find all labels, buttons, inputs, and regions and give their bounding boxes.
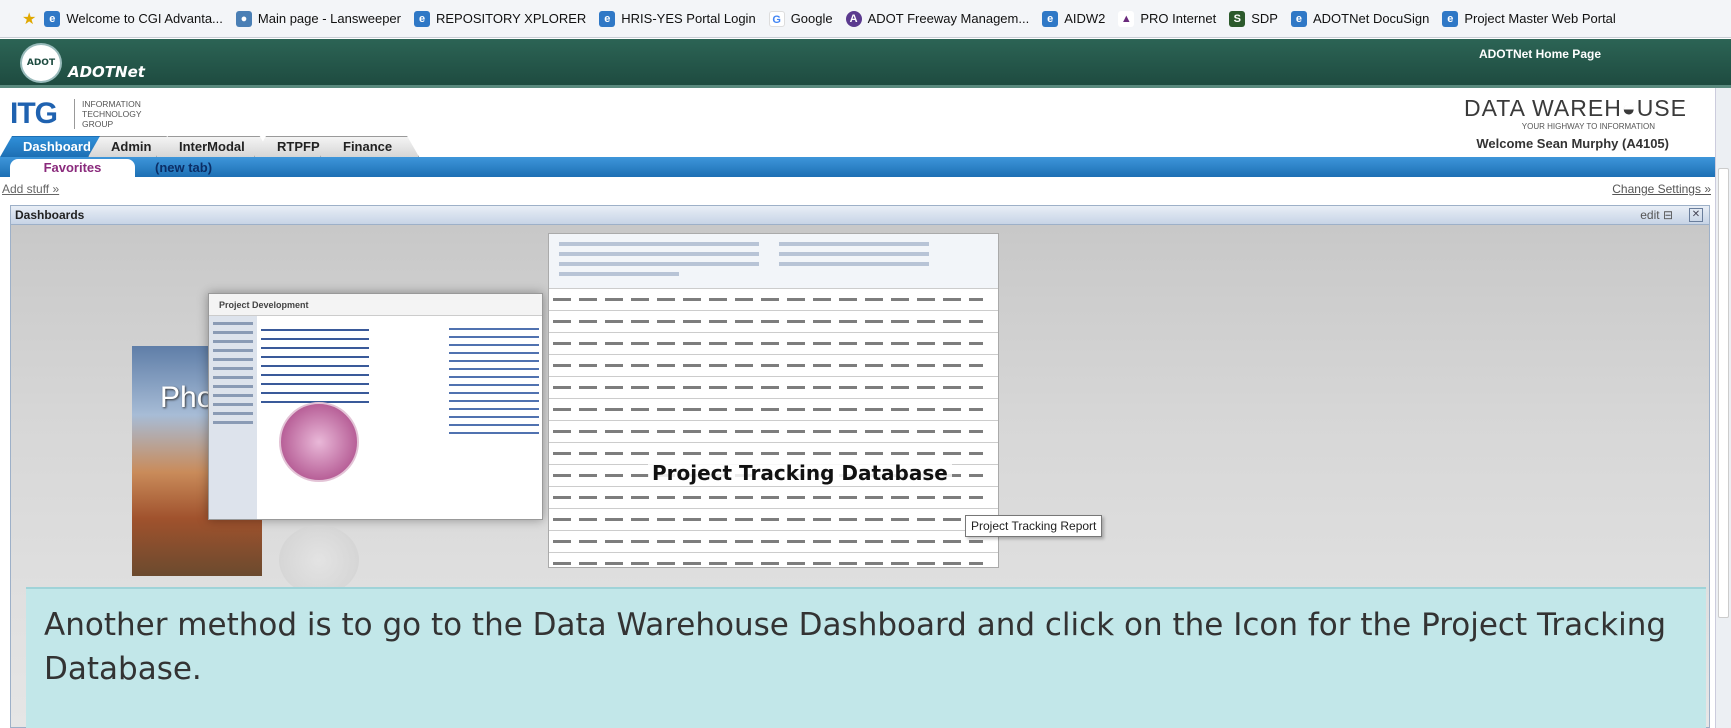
welcome-text: Welcome Sean Murphy (A4105) (1476, 136, 1669, 151)
adotnet-brand: ADOTNet (68, 63, 145, 81)
google-icon: G (768, 10, 785, 27)
data-warehouse-logo: DATA WAREH◒USE (1464, 95, 1687, 121)
adot-icon: A (845, 10, 862, 27)
project-development-thumbnail[interactable]: Project Development (208, 293, 543, 520)
favorite-link[interactable]: e Project Master Web Portal (1442, 10, 1616, 27)
scrollbar-thumb[interactable] (1718, 168, 1729, 618)
project-development-contents (261, 322, 441, 410)
collapse-icon[interactable]: ⊟ (1663, 208, 1673, 222)
project-development-key-changes (449, 322, 539, 440)
dashboards-title: Dashboards (15, 208, 85, 222)
add-stuff-link[interactable]: Add stuff » (2, 182, 59, 196)
favorite-link[interactable]: ● Main page - Lansweeper (235, 10, 401, 27)
adotnet-home-link[interactable]: ADOTNet Home Page (1479, 47, 1601, 61)
favorites-star-icon[interactable]: ★ (22, 9, 36, 28)
dashboards-panel-header: Dashboards edit ⊟ ✕ (10, 205, 1710, 225)
favorite-link[interactable]: e REPOSITORY XPLORER (414, 10, 586, 27)
project-development-header: Project Development (209, 294, 542, 316)
adot-logo[interactable]: ADOT (20, 43, 62, 83)
lansweeper-icon: ● (235, 10, 252, 27)
itg-subtitle: INFORMATION TECHNOLOGY GROUP (82, 99, 142, 129)
instruction-caption: Another method is to go to the Data Ware… (26, 587, 1706, 728)
favorite-link[interactable]: S SDP (1229, 10, 1278, 27)
ie-icon: e (44, 10, 61, 27)
change-settings-link[interactable]: Change Settings » (1612, 182, 1711, 196)
favorite-link[interactable]: e HRIS-YES Portal Login (599, 10, 756, 27)
main-tabs: Dashboard Admin InterModal RTPFP Finance (0, 132, 1715, 157)
favorite-link[interactable]: e AIDW2 (1042, 10, 1105, 27)
subtab-favorites[interactable]: Favorites (10, 159, 135, 177)
ie-icon: e (599, 10, 616, 27)
caption-text: Another method is to go to the Data Ware… (44, 607, 1667, 687)
favorites-bar: ★ e Welcome to CGI Advanta... ● Main page … (0, 0, 1731, 38)
ie-icon: e (414, 10, 430, 27)
adotnet-banner: ADOT ADOTNet ADOTNet Home Page (0, 39, 1731, 88)
data-warehouse-tagline: YOUR HIGHWAY TO INFORMATION (1521, 122, 1655, 131)
favorite-link[interactable]: ▲ PRO Internet (1118, 10, 1216, 27)
ie-icon: e (1442, 10, 1459, 27)
favorite-link[interactable]: e ADOTNet DocuSign (1290, 10, 1429, 27)
dashboard-toolbar: Add stuff » Change Settings » (0, 178, 1715, 200)
photo-label: Pho (160, 381, 214, 414)
itg-header: ITG INFORMATION TECHNOLOGY GROUP DATA WA… (0, 91, 1715, 137)
ie-icon: e (1290, 10, 1307, 27)
project-tracking-database-label: Project Tracking Database (648, 461, 952, 485)
itg-logo: ITG (10, 97, 58, 130)
tab-finance[interactable]: Finance (320, 136, 419, 157)
project-tracking-rows (549, 289, 998, 567)
favorite-link[interactable]: G Google (768, 10, 833, 27)
pro-icon: ▲ (1118, 10, 1135, 27)
favorite-link[interactable]: A ADOT Freeway Managem... (845, 10, 1029, 27)
itg-divider (74, 99, 75, 129)
sdp-icon: S (1229, 10, 1246, 27)
vertical-scrollbar[interactable] (1715, 88, 1731, 728)
favorite-link[interactable]: e Welcome to CGI Advanta... (44, 10, 223, 27)
project-tracking-database-thumbnail[interactable]: Project Tracking Database (548, 233, 999, 568)
project-tracking-report-tooltip: Project Tracking Report (965, 515, 1103, 537)
project-tracking-filters (549, 234, 998, 289)
project-development-title: Project Development (219, 300, 309, 310)
subtab-bar: Favorites (new tab) (0, 157, 1715, 177)
ie-icon: e (1042, 10, 1059, 27)
process-diagram-reflection (279, 525, 359, 595)
close-icon[interactable]: ✕ (1689, 208, 1703, 222)
subtab-new-tab[interactable]: (new tab) (155, 159, 212, 177)
tab-intermodal[interactable]: InterModal (156, 136, 272, 157)
process-diagram (279, 402, 359, 482)
edit-link[interactable]: edit ⊟ (1640, 208, 1673, 222)
project-development-sidebar (209, 316, 257, 519)
